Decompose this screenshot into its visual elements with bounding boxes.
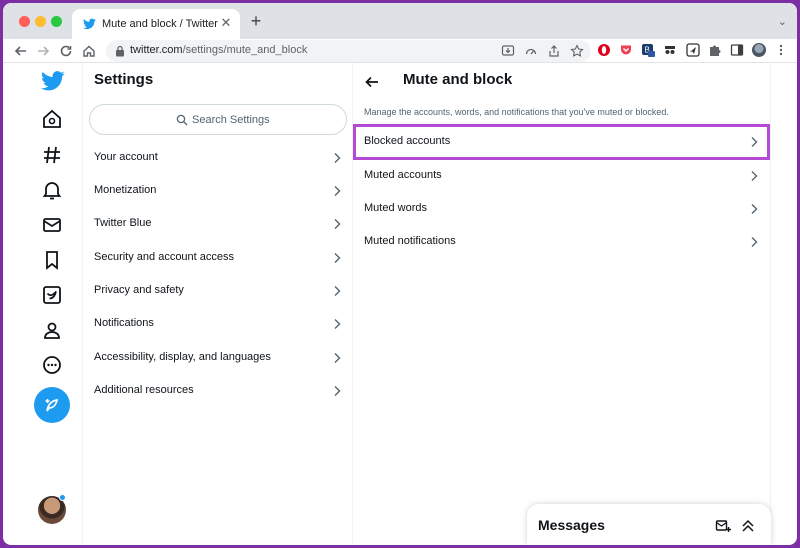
home-icon[interactable] [41,108,63,130]
settings-item-label: Twitter Blue [94,217,152,229]
translate-extension-icon[interactable]: B [641,43,655,57]
home-browser-icon[interactable] [81,43,97,59]
browser-toolbar: twitter.com/settings/mute_and_block B [3,39,797,63]
profile-avatar[interactable] [752,43,766,57]
muted-accounts-item[interactable]: Muted accounts [355,159,769,193]
chevron-right-icon [334,319,341,329]
back-icon[interactable] [13,43,29,59]
chevron-right-icon [751,237,758,247]
chevron-right-icon [334,253,341,263]
settings-item-privacy[interactable]: Privacy and safety [94,282,344,302]
settings-item-twitter-blue[interactable]: Twitter Blue [94,215,344,235]
share-icon[interactable] [547,44,561,58]
search-icon [176,114,188,126]
url-host: twitter.com [130,44,183,56]
notifications-icon[interactable] [41,179,63,201]
compose-tweet-button[interactable] [34,387,70,423]
nav-divider [82,63,83,545]
search-placeholder: Search Settings [192,114,270,126]
incognito-extension-icon[interactable] [663,43,677,57]
twitter-blue-icon[interactable] [41,284,63,306]
bookmark-star-icon[interactable] [570,44,584,58]
compose-feather-icon [45,398,59,412]
settings-item-monetization[interactable]: Monetization [94,182,344,202]
settings-item-label: Accessibility, display, and languages [94,351,271,363]
close-window-button[interactable] [19,16,30,27]
settings-item-label: Monetization [94,184,157,196]
settings-item-notifications[interactable]: Notifications [94,315,344,335]
muted-notifications-label: Muted notifications [364,235,456,247]
profile-icon[interactable] [41,319,63,341]
settings-item-label: Security and account access [94,251,235,263]
performance-icon[interactable] [524,44,538,58]
chevron-right-icon [334,353,341,363]
tab-search-icon[interactable]: ⌄ [778,15,787,28]
tab-close-icon[interactable]: ✕ [218,15,234,31]
tab-strip: Mute and block / Twitter ✕ + ⌄ [3,3,797,39]
chevron-right-icon [334,153,341,163]
settings-item-label: Privacy and safety [94,284,184,296]
back-arrow-icon[interactable] [364,74,380,90]
browser-window: Mute and block / Twitter ✕ + ⌄ twitter.c… [3,3,797,545]
settings-item-label: Your account [94,151,158,163]
side-panel-icon[interactable] [730,43,744,57]
puzzle-extensions-icon[interactable] [708,43,722,57]
blocked-accounts-highlight [353,124,770,160]
chevron-right-icon [334,286,341,296]
settings-item-additional-resources[interactable]: Additional resources [94,382,344,402]
pocket-extension-icon[interactable] [619,43,633,57]
bookmarks-icon[interactable] [41,249,63,271]
explore-icon[interactable] [41,144,63,166]
messages-drawer[interactable]: Messages [527,504,771,545]
chevron-right-icon [334,386,341,396]
install-app-icon[interactable] [501,44,515,58]
twitter-logo-icon[interactable] [41,71,65,91]
chevron-right-icon [751,204,758,214]
browser-tab[interactable]: Mute and block / Twitter ✕ [72,9,240,39]
new-message-icon[interactable] [715,518,731,534]
muted-words-label: Muted words [364,202,427,214]
settings-item-label: Notifications [94,317,154,329]
maximize-window-button[interactable] [51,16,62,27]
muted-notifications-item[interactable]: Muted notifications [355,225,769,259]
address-bar[interactable]: twitter.com/settings/mute_and_block [106,40,591,62]
settings-item-your-account[interactable]: Your account [94,149,344,169]
reload-icon[interactable] [58,43,74,59]
opera-extension-icon[interactable] [597,43,611,57]
new-tab-button[interactable]: + [247,12,265,30]
browser-menu-icon[interactable] [774,43,788,57]
search-settings-input[interactable]: Search Settings [89,104,347,135]
muted-accounts-label: Muted accounts [364,169,442,181]
lock-icon [116,45,124,57]
settings-title: Settings [94,71,154,88]
forward-icon[interactable] [35,43,51,59]
content-right-border [770,63,771,545]
minimize-window-button[interactable] [35,16,46,27]
expand-drawer-icon[interactable] [740,518,756,534]
send-extension-icon[interactable] [686,43,700,57]
twitter-favicon-icon [83,18,96,30]
muted-words-item[interactable]: Muted words [355,192,769,226]
messages-icon[interactable] [41,214,63,236]
avatar-status-dot [59,494,66,501]
mute-block-title: Mute and block [403,71,513,88]
chevron-right-icon [334,186,341,196]
settings-item-accessibility[interactable]: Accessibility, display, and languages [94,349,344,369]
url-text: twitter.com/settings/mute_and_block [130,44,307,56]
mute-block-description: Manage the accounts, words, and notifica… [364,107,669,117]
chevron-right-icon [334,219,341,229]
chevron-right-icon [751,171,758,181]
settings-item-label: Additional resources [94,384,194,396]
messages-drawer-title: Messages [538,517,605,533]
settings-item-security[interactable]: Security and account access [94,249,344,269]
tab-title: Mute and block / Twitter [102,18,218,30]
url-path: /settings/mute_and_block [182,44,308,56]
more-icon[interactable] [41,354,63,376]
